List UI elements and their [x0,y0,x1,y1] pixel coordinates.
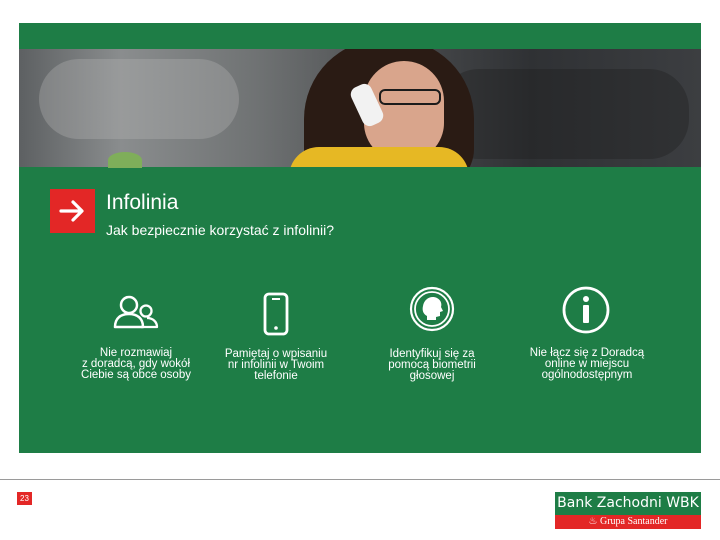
voice-biometric-icon [409,286,455,332]
page-title: Infolinia [106,191,179,214]
people-icon [113,295,159,329]
photo-background-blur [39,59,239,139]
arrow-badge [50,189,95,233]
logo-bank-name: Bank Zachodni WBK [555,492,701,515]
bank-logo: Bank Zachodni WBK ♨ Grupa Santander [555,492,701,529]
flame-icon: ♨ [588,516,598,527]
arrow-right-icon [59,200,84,222]
photo-glasses [379,89,441,105]
info-icon [562,286,610,334]
header-photo [19,49,701,167]
tip-caption: Pamiętaj o wpisaniu nr infolinii w Twoim… [224,348,328,382]
page-subtitle: Jak bezpiecznie korzystać z infolinii? [106,222,334,238]
tip-caption: Nie łącz się z Doradcą online w miejscu … [529,347,645,381]
footer-divider [0,479,720,480]
smartphone-icon [263,292,289,336]
photo-background-blur [439,69,689,159]
logo-group-name: ♨ Grupa Santander [555,515,701,529]
page-number: 23 [17,492,32,505]
tip-caption: Nie rozmawiaj z doradcą, gdy wokół Ciebi… [81,347,191,381]
photo-plant [108,152,142,168]
photo-shirt [289,147,469,167]
tip-caption: Identyfikuj się za pomocą biometrii głos… [388,348,476,382]
